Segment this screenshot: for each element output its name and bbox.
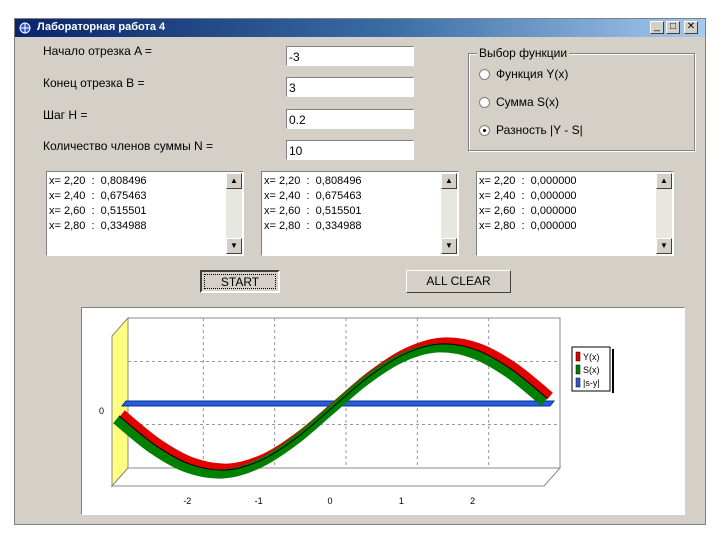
end-label: Конец отрезка B = [43,76,145,90]
x-tick-label: -2 [183,496,191,506]
radio-sum-s[interactable]: Сумма S(x) [479,95,559,109]
app-icon [19,22,31,34]
radio-function-y[interactable]: Функция Y(x) [479,67,568,81]
legend-label: Y(x) [583,352,600,362]
results-list-diff[interactable]: x= 2,20 : 0,000000 x= 2,40 : 0,000000 x=… [476,171,674,256]
start-label: Начало отрезка A = [43,44,152,58]
x-axis-ticks: -2 -1 0 1 2 [183,496,475,506]
list-item[interactable]: x= 2,40 : 0,675463 [264,189,362,204]
vertical-scrollbar[interactable]: ▲ ▼ [441,173,457,254]
list-item[interactable]: x= 2,40 : 0,675463 [49,189,147,204]
y-tick-label: 0 [99,406,104,416]
x-tick-label: 1 [399,496,404,506]
chart-floor [110,467,562,487]
list-item[interactable]: x= 2,80 : 0,334988 [49,219,147,234]
legend-label: |s-y| [583,378,600,388]
vertical-scrollbar[interactable]: ▲ ▼ [656,173,672,254]
count-input[interactable]: 10 [286,140,414,160]
app-window: Лабораторная работа 4 _ □ ✕ Начало отрез… [14,18,706,525]
function-chart: -2 -1 0 1 2 0 Y(x) S(x) |s-y| [99,316,614,506]
start-input[interactable]: -3 [286,46,414,66]
list-item[interactable]: x= 2,80 : 0,334988 [264,219,362,234]
vertical-scrollbar[interactable]: ▲ ▼ [226,173,242,254]
legend-swatch [575,377,581,388]
title-bar: Лабораторная работа 4 _ □ ✕ [15,19,705,37]
results-list-y[interactable]: x= 2,20 : 0,808496 x= 2,40 : 0,675463 x=… [46,171,244,256]
list-item[interactable]: x= 2,20 : 0,808496 [264,174,362,189]
scroll-up-icon[interactable]: ▲ [226,173,242,189]
radio-label: Сумма S(x) [496,95,560,109]
scroll-up-icon[interactable]: ▲ [441,173,457,189]
x-tick-label: 2 [470,496,475,506]
close-button[interactable]: ✕ [684,21,698,34]
x-tick-label: -1 [255,496,263,506]
minimize-button[interactable]: _ [650,21,664,34]
step-input[interactable]: 0.2 [286,109,414,129]
radio-label: Разность |Y - S| [496,123,583,137]
radio-difference[interactable]: Разность |Y - S| [479,123,583,137]
list-item[interactable]: x= 2,20 : 0,000000 [479,174,577,189]
radio-button-selected-icon [479,125,490,137]
list-item[interactable]: x= 2,60 : 0,515501 [49,204,147,219]
legend-swatch [575,364,581,375]
radio-label: Функция Y(x) [496,67,569,81]
clear-button[interactable]: ALL CLEAR [406,270,511,293]
scroll-up-icon[interactable]: ▲ [656,173,672,189]
maximize-button[interactable]: □ [666,21,680,34]
legend-label: S(x) [583,365,600,375]
step-label: Шаг H = [43,108,88,122]
start-button[interactable]: START [200,270,280,293]
list-item[interactable]: x= 2,80 : 0,000000 [479,219,577,234]
radio-button-icon [479,97,490,109]
function-group-title: Выбор функции [477,46,570,60]
y-axis-ticks: 0 [99,406,104,416]
x-tick-label: 0 [327,496,332,506]
window-title: Лабораторная работа 4 [37,21,166,33]
list-item[interactable]: x= 2,40 : 0,000000 [479,189,577,204]
scroll-down-icon[interactable]: ▼ [226,238,242,254]
function-group: Выбор функции Функция Y(x) Сумма S(x) Ра… [468,46,695,151]
scroll-down-icon[interactable]: ▼ [441,238,457,254]
radio-button-icon [479,69,490,81]
list-item[interactable]: x= 2,60 : 0,515501 [264,204,362,219]
end-input[interactable]: 3 [286,77,414,97]
legend-swatch [575,351,581,362]
results-list-s[interactable]: x= 2,20 : 0,808496 x= 2,40 : 0,675463 x=… [261,171,459,256]
chart-legend: Y(x) S(x) |s-y| [571,346,614,393]
list-item[interactable]: x= 2,20 : 0,808496 [49,174,147,189]
legend-shadow [612,349,614,393]
count-label: Количество членов суммы N = [43,139,214,153]
list-item[interactable]: x= 2,60 : 0,000000 [479,204,577,219]
scroll-down-icon[interactable]: ▼ [656,238,672,254]
chart-panel: -2 -1 0 1 2 0 Y(x) S(x) |s-y| [81,307,685,515]
